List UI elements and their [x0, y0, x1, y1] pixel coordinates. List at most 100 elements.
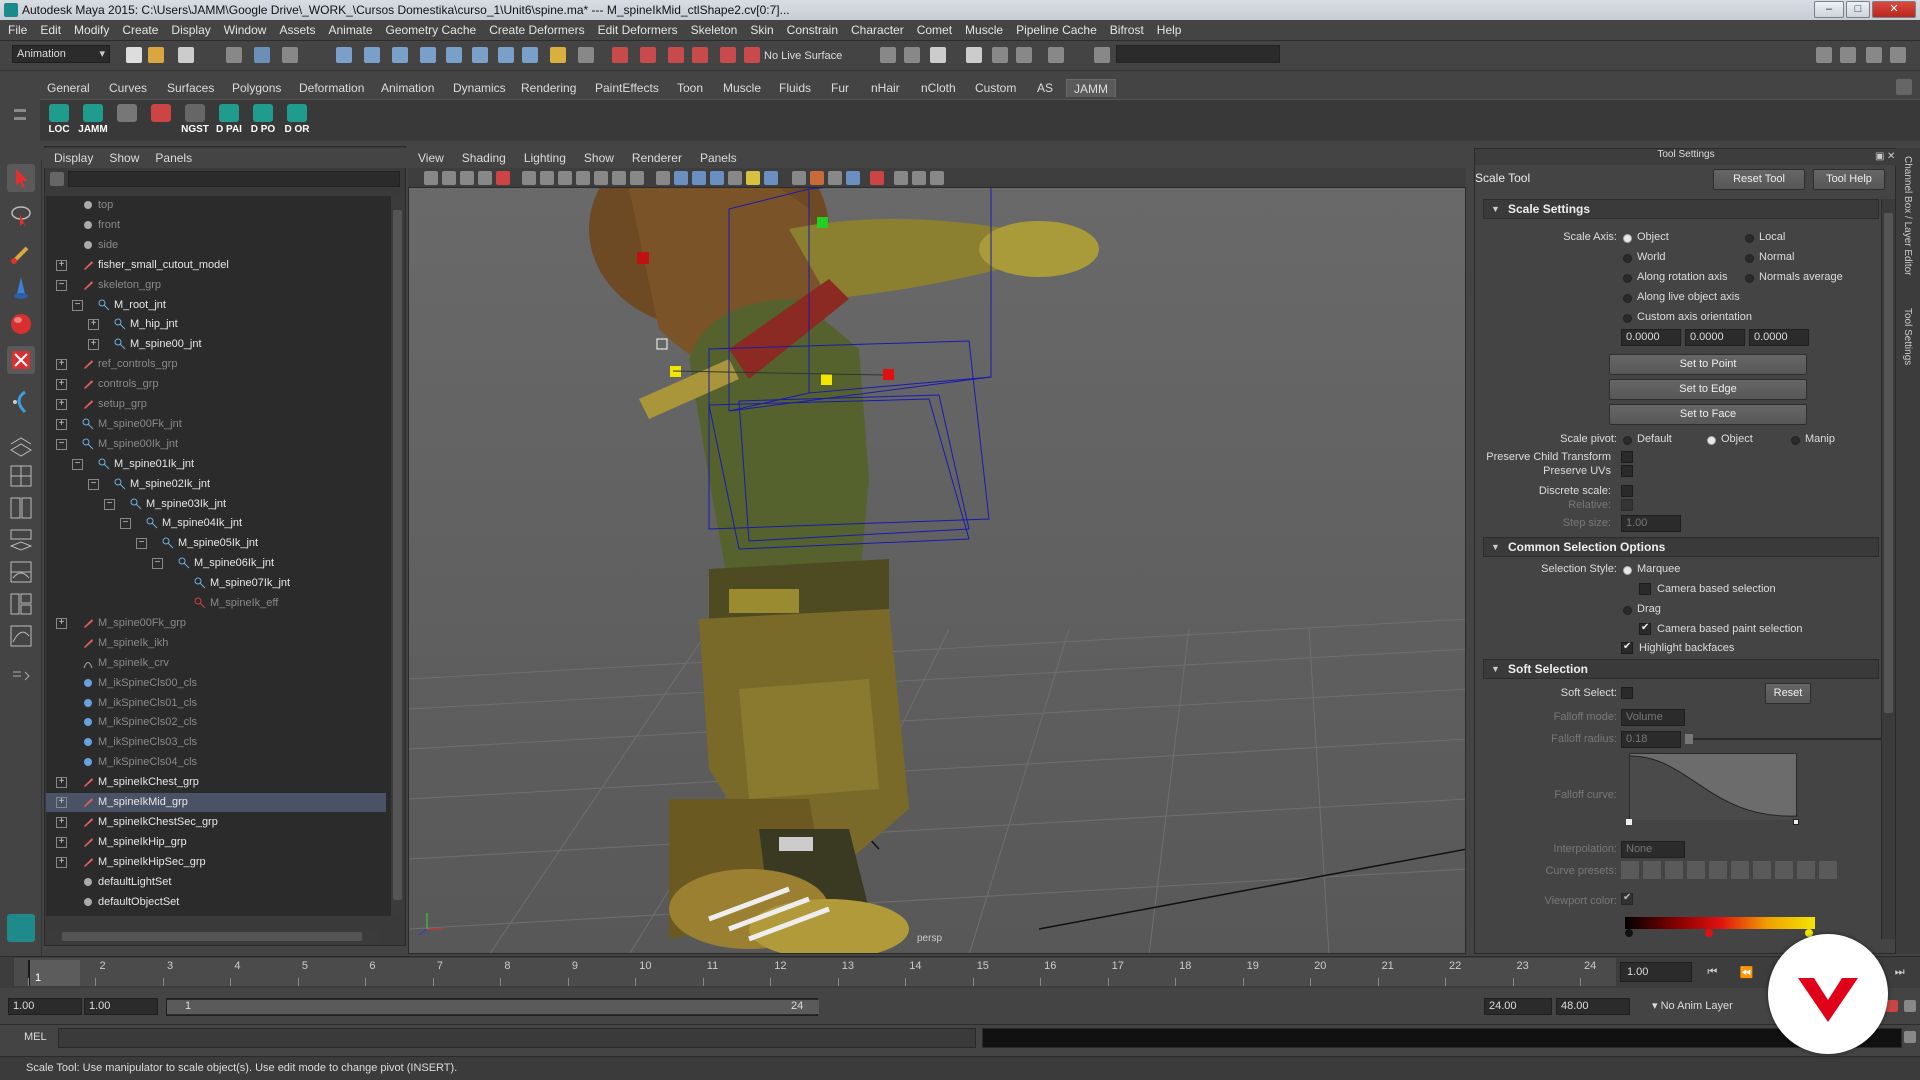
menu-bifrost[interactable]: Bifrost [1110, 23, 1144, 37]
outliner-row[interactable]: M_ikSpineCls02_cls [46, 713, 386, 732]
custom-axis-z-field[interactable]: 0.0000 [1749, 329, 1809, 346]
screen-space-ao-icon[interactable] [764, 171, 778, 185]
drag-radio[interactable]: Drag [1623, 603, 1661, 615]
outliner-hscroll-thumb[interactable] [62, 932, 362, 941]
snap-curve-icon[interactable] [640, 47, 656, 63]
viewport-options-icon[interactable] [930, 171, 944, 185]
outliner-row[interactable]: M_spineIk_eff [46, 594, 386, 613]
common-selection-header[interactable]: Common Selection Options [1483, 537, 1879, 557]
modeling-toolkit-icon[interactable] [1816, 47, 1832, 63]
construction-history-icon[interactable] [880, 47, 896, 63]
menu-edit[interactable]: Edit [40, 23, 61, 37]
relative-checkbox[interactable] [1621, 499, 1633, 511]
expand-icon[interactable]: + [56, 418, 67, 430]
outliner-row[interactable]: + controls_grp [46, 375, 386, 394]
safe-title-icon[interactable] [630, 171, 644, 185]
range-slider[interactable]: 1 24 [166, 998, 819, 1016]
custom-axis-y-field[interactable]: 0.0000 [1685, 329, 1745, 346]
menu-display[interactable]: Display [171, 23, 210, 37]
outliner-horizontal-scrollbar[interactable] [46, 930, 380, 944]
shelf-button-paint[interactable] [146, 104, 176, 138]
outliner-row[interactable]: − M_spine04Ik_jnt [46, 514, 386, 533]
select-object-icon[interactable] [254, 47, 270, 63]
outliner-menu-show[interactable]: Show [109, 151, 139, 165]
pivot-object-radio[interactable]: Object [1707, 433, 1753, 445]
field-chart-icon[interactable] [594, 171, 608, 185]
falloff-radius-slider-handle[interactable] [1685, 734, 1693, 744]
manip-red-handle-left[interactable] [637, 252, 649, 264]
shelf-button-skeleton[interactable] [112, 104, 142, 138]
outliner-row[interactable]: + M_spineIkHip_grp [46, 833, 386, 852]
outliner-menu-panels[interactable]: Panels [155, 151, 192, 165]
select-dynamic-icon[interactable] [472, 47, 488, 63]
shelf-tab-jamm[interactable]: JAMM [1066, 79, 1116, 97]
shelf-tab-painteffects[interactable]: PaintEffects [588, 79, 666, 97]
attribute-editor-toggle-icon[interactable] [1840, 47, 1856, 63]
axis-along-rotation-radio[interactable]: Along rotation axis [1623, 271, 1728, 283]
ik-handle-tool-icon[interactable] [7, 388, 35, 416]
outliner-layout-icon[interactable] [7, 590, 35, 618]
falloff-mode-dropdown[interactable]: Volume [1621, 709, 1685, 726]
menu-character[interactable]: Character [851, 23, 904, 37]
outliner-search-input[interactable] [68, 171, 400, 187]
outliner-row[interactable]: + M_spineIkHipSec_grp [46, 853, 386, 872]
paint-select-tool-icon[interactable] [7, 240, 35, 268]
motion-blur-icon[interactable] [792, 171, 806, 185]
axis-normal-radio[interactable]: Normal [1745, 251, 1794, 263]
expand-icon[interactable]: + [56, 836, 67, 848]
collapse-icon[interactable]: − [56, 279, 67, 291]
isolate-select-icon[interactable] [846, 171, 860, 185]
select-curve-icon[interactable] [392, 47, 408, 63]
safe-action-icon[interactable] [612, 171, 626, 185]
preset-wave-icon[interactable] [1775, 861, 1793, 879]
menu-help[interactable]: Help [1157, 23, 1182, 37]
preset-ease-icon[interactable] [1665, 861, 1683, 879]
select-tool-icon[interactable] [7, 164, 35, 192]
close-button[interactable]: ✕ [1872, 1, 1916, 18]
outliner-row[interactable]: + fisher_small_cutout_model [46, 256, 386, 275]
viewport-menu-lighting[interactable]: Lighting [524, 151, 566, 165]
pivot-default-radio[interactable]: Default [1623, 433, 1672, 445]
snap-view-plane-icon[interactable] [692, 47, 708, 63]
outliner-row[interactable]: + M_spineIkChestSec_grp [46, 813, 386, 832]
shelf-tab-nhair[interactable]: nHair [864, 79, 907, 97]
wireframe-on-shaded-icon[interactable] [692, 171, 706, 185]
outliner-row[interactable]: − skeleton_grp [46, 276, 386, 295]
render-settings-icon[interactable] [992, 47, 1008, 63]
script-language-label[interactable]: MEL [24, 1031, 47, 1043]
falloff-radius-field[interactable]: 0.18 [1621, 731, 1681, 748]
axis-object-radio[interactable]: Object [1623, 231, 1669, 243]
maximize-button[interactable]: □ [1846, 1, 1870, 18]
range-slider-thumb[interactable] [167, 1000, 819, 1014]
shelf-tab-as[interactable]: AS [1030, 79, 1060, 97]
outliner-row[interactable]: + M_spineIkChest_grp [46, 773, 386, 792]
menu-constrain[interactable]: Constrain [787, 23, 838, 37]
shelf-tab-general[interactable]: General [40, 79, 97, 97]
shelf-tab-muscle[interactable]: Muscle [716, 79, 768, 97]
preserve-child-checkbox[interactable] [1621, 451, 1633, 463]
preset-step-icon[interactable] [1797, 861, 1815, 879]
four-view-layout-icon[interactable] [7, 462, 35, 490]
menu-modify[interactable]: Modify [74, 23, 109, 37]
collapse-icon[interactable]: − [120, 518, 131, 530]
outliner-row[interactable]: M_spine07Ik_jnt [46, 574, 386, 593]
soft-select-reset-button[interactable]: Reset [1765, 683, 1811, 704]
select-deformation-icon[interactable] [446, 47, 462, 63]
axis-live-object-radio[interactable]: Along live object axis [1623, 291, 1740, 303]
menu-create[interactable]: Create [122, 23, 158, 37]
collapse-icon[interactable]: − [104, 498, 115, 510]
shelf-tab-dynamics[interactable]: Dynamics [446, 79, 513, 97]
current-time-field[interactable]: 1.00 [1620, 962, 1692, 982]
preset-bell-icon[interactable] [1709, 861, 1727, 879]
time-ruler[interactable]: 1 2 3 4 5 6 7 8 9 10 11 12 13 14 15 16 17 18 19 20 21 22 23 24 [14, 958, 1616, 986]
menu-comet[interactable]: Comet [917, 23, 952, 37]
gate-mask-icon[interactable] [576, 171, 590, 185]
shelf-tab-surfaces[interactable]: Surfaces [160, 79, 221, 97]
custom-axis-x-field[interactable]: 0.0000 [1621, 329, 1681, 346]
falloff-curve-graph[interactable] [1629, 753, 1799, 820]
script-editor-icon[interactable] [1904, 1031, 1916, 1043]
select-misc-icon[interactable] [522, 47, 538, 63]
start-time-field[interactable]: 1.00 [8, 998, 82, 1015]
render-view-icon[interactable] [930, 47, 946, 63]
lasso-tool-icon[interactable] [7, 202, 35, 230]
